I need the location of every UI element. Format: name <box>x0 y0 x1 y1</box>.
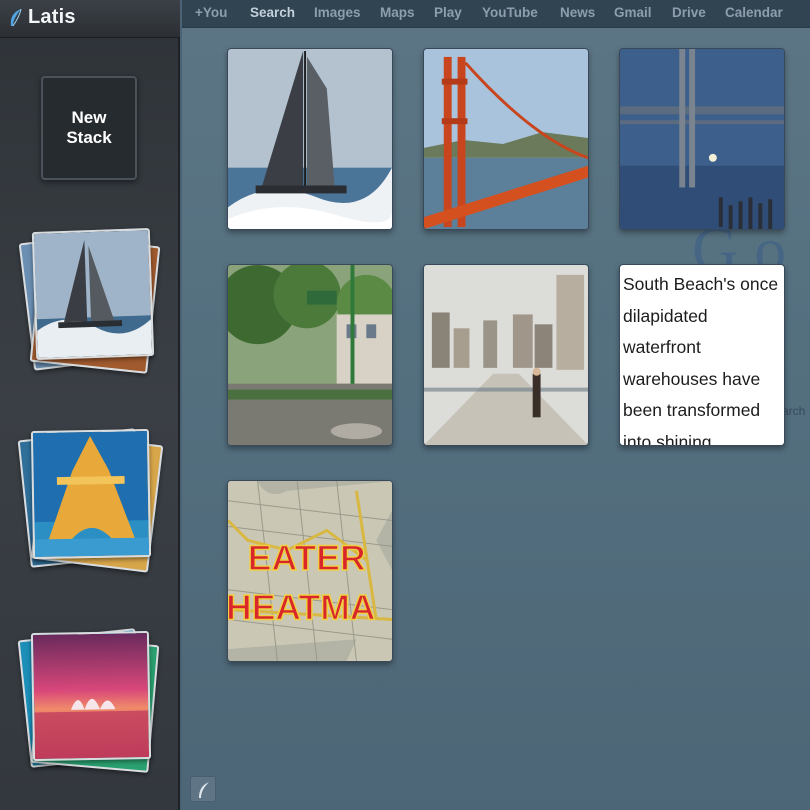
golden-gate-bridge-photo-icon <box>424 49 588 229</box>
stack-content-area: G o arch South Beach's once dilapidated … <box>182 28 810 810</box>
google-nav-bar: +You Search Images Maps Play YouTube New… <box>182 0 810 28</box>
sidebar: Latis New Stack <box>0 0 180 810</box>
sailboat-photo-icon <box>228 49 392 229</box>
city-park-photo-icon <box>228 265 392 445</box>
nav-item-images[interactable]: Images <box>314 5 361 20</box>
stack-card-front <box>30 630 152 762</box>
nav-item-news[interactable]: News <box>560 5 595 20</box>
nav-item-calendar[interactable]: Calendar <box>725 5 783 20</box>
pier-skyline-photo-icon <box>424 265 588 445</box>
south-beach-text-tile[interactable]: South Beach's once dilapidated waterfron… <box>619 264 785 446</box>
bay-bridge-night-photo-icon <box>620 49 784 229</box>
waterfront-tile[interactable] <box>423 264 589 446</box>
nav-item-maps[interactable]: Maps <box>380 5 415 20</box>
sydney-opera-stack[interactable] <box>17 618 164 778</box>
golden-gate-tile[interactable] <box>423 48 589 230</box>
bay-bridge-tile[interactable] <box>619 48 785 230</box>
nav-item-drive[interactable]: Drive <box>672 5 706 20</box>
eater-title-line1: EATER <box>248 538 366 578</box>
eater-heatmap-tile[interactable]: EATER HEATMA <box>227 480 393 662</box>
sailboat-tile[interactable] <box>227 48 393 230</box>
feather-icon-button[interactable] <box>190 776 216 802</box>
nav-item-search[interactable]: Search <box>250 5 295 20</box>
eiffel-tower-stack[interactable] <box>17 418 164 578</box>
sailboat-photo-icon <box>33 230 153 358</box>
street-park-tile[interactable] <box>227 264 393 446</box>
new-stack-label-line1: New <box>71 108 107 127</box>
nav-item-play[interactable]: Play <box>434 5 462 20</box>
article-snippet-text: South Beach's once dilapidated waterfron… <box>623 274 779 446</box>
eater-title-line2: HEATMA <box>228 587 375 627</box>
background-search-fragment: arch <box>782 404 806 418</box>
feather-logo-icon <box>10 8 22 27</box>
sunset-opera-house-photo-icon <box>32 633 150 759</box>
eiffel-tower-photo-icon <box>32 431 150 557</box>
stack-card-front <box>30 428 152 560</box>
feather-icon <box>199 782 209 798</box>
app-title: Latis <box>28 6 76 28</box>
stack-card-front <box>31 227 155 361</box>
sailboat-stack[interactable] <box>18 218 164 378</box>
nav-item-you[interactable]: +You <box>195 5 227 20</box>
new-stack-label-line2: Stack <box>66 128 112 147</box>
nav-item-gmail[interactable]: Gmail <box>614 5 652 20</box>
map-photo-icon: EATER HEATMA <box>228 481 392 661</box>
new-stack-button[interactable]: New Stack <box>41 76 137 180</box>
sidebar-header: Latis <box>0 0 180 38</box>
nav-item-youtube[interactable]: YouTube <box>482 5 538 20</box>
